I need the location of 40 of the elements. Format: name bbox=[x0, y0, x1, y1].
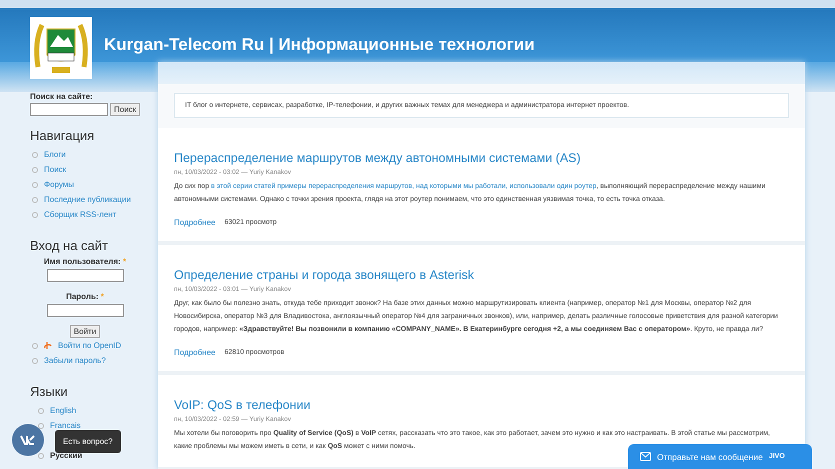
chat-bubble-button[interactable] bbox=[12, 424, 44, 456]
vk-icon bbox=[20, 435, 36, 445]
nav-link[interactable]: Блоги bbox=[44, 150, 66, 159]
nav-link[interactable]: Последние публикации bbox=[44, 195, 131, 204]
bullet-icon bbox=[32, 152, 38, 158]
language-item: Русский bbox=[50, 451, 82, 460]
login-link[interactable]: Войти по OpenID bbox=[58, 341, 122, 350]
bullet-icon bbox=[32, 212, 38, 218]
login-link[interactable]: Забыли пароль? bbox=[44, 356, 106, 365]
post-title[interactable]: VoIP: QoS в телефонии bbox=[174, 398, 310, 412]
site-title[interactable]: Kurgan-Telecom Ru | Информационные технологии bbox=[104, 35, 535, 55]
search-label: Поиск на сайте: bbox=[30, 92, 94, 102]
password-label: Пароль: * bbox=[66, 292, 104, 302]
nav-link[interactable]: Форумы bbox=[44, 180, 74, 189]
bullet-icon bbox=[32, 358, 38, 364]
openid-icon bbox=[44, 341, 52, 350]
bullet-icon bbox=[32, 182, 38, 188]
navigation-heading: Навигация bbox=[30, 128, 96, 143]
bullet-icon bbox=[32, 166, 38, 172]
post-title[interactable]: Определение страны и города звонящего в Asterisk bbox=[174, 268, 474, 282]
language-link[interactable]: English bbox=[50, 406, 76, 415]
bullet-icon bbox=[32, 196, 38, 202]
bullet-icon bbox=[32, 342, 38, 348]
languages-heading: Языки bbox=[30, 384, 69, 399]
bullet-icon bbox=[38, 408, 44, 414]
chat-tooltip: Есть вопрос? bbox=[55, 430, 121, 453]
nav-link[interactable]: Сборщик RSS-лент bbox=[44, 210, 116, 219]
username-label: Имя пользователя: * bbox=[44, 257, 126, 267]
envelope-icon bbox=[640, 452, 651, 461]
nav-link[interactable]: Поиск bbox=[44, 165, 66, 174]
read-more-link[interactable]: Подробнее bbox=[174, 348, 216, 357]
login-heading: Вход на сайт bbox=[30, 238, 109, 253]
read-more-link[interactable]: Подробнее bbox=[174, 218, 216, 227]
login-button[interactable]: Войти bbox=[70, 325, 100, 338]
username-field[interactable] bbox=[46, 269, 124, 282]
post-title[interactable]: Перераспределение маршрутов между автономными системами (AS) bbox=[174, 151, 581, 165]
password-field[interactable] bbox=[46, 304, 124, 317]
search-field[interactable] bbox=[30, 103, 108, 116]
language-link[interactable]: Francais bbox=[50, 421, 81, 430]
search-button[interactable]: Поиск bbox=[110, 103, 140, 116]
